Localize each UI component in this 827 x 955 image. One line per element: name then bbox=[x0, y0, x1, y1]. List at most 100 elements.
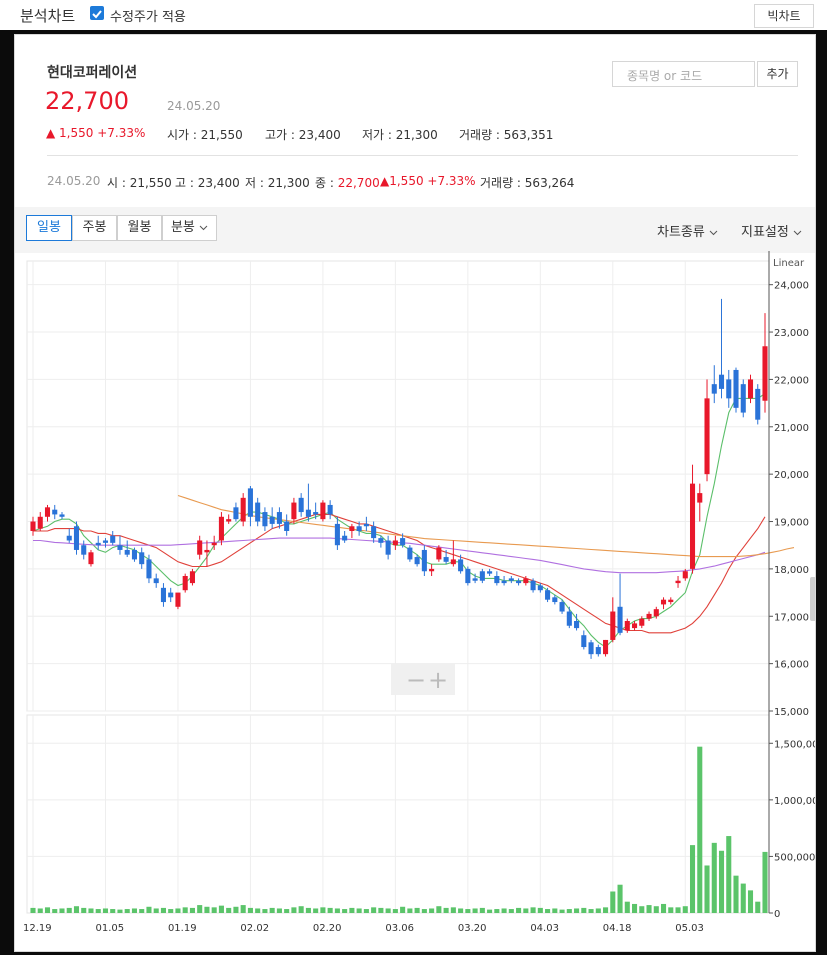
candle-up bbox=[349, 526, 355, 531]
candle-down bbox=[465, 568, 471, 584]
volume-bar bbox=[153, 908, 159, 913]
volume-bar bbox=[624, 901, 630, 913]
candle-down bbox=[59, 514, 65, 517]
volume-bar bbox=[284, 909, 290, 913]
candle-down bbox=[617, 606, 623, 633]
chart-axes: 15,000 16,000 17,000 18,000 19,000 20,000 21,0… bbox=[23, 251, 815, 934]
volume-bar bbox=[298, 906, 304, 913]
volume-bar bbox=[653, 906, 659, 913]
candle-up bbox=[175, 592, 181, 607]
zoom-out-button[interactable]: − bbox=[406, 666, 426, 694]
volume-bar bbox=[269, 907, 275, 913]
zoom-in-button[interactable]: + bbox=[428, 666, 448, 694]
candle-down bbox=[117, 545, 123, 550]
volume-bar bbox=[160, 907, 166, 913]
volume-bar bbox=[247, 907, 253, 913]
candle-up bbox=[30, 521, 36, 531]
adjusted-price-checkbox[interactable] bbox=[90, 6, 104, 20]
volume-bar bbox=[73, 906, 80, 913]
volume-bar bbox=[168, 909, 174, 913]
candle-up bbox=[646, 613, 652, 619]
candle-down bbox=[588, 642, 594, 655]
volume-bar bbox=[356, 908, 362, 913]
volume-bar bbox=[523, 908, 529, 913]
candle-down bbox=[740, 384, 746, 413]
candle-down bbox=[334, 523, 340, 546]
volume-bar bbox=[479, 907, 485, 913]
candle-up bbox=[44, 507, 51, 517]
candle-down bbox=[711, 384, 717, 394]
big-chart-button[interactable]: 빅차트 bbox=[754, 4, 814, 28]
candle-up bbox=[632, 623, 638, 629]
candle-up bbox=[675, 580, 681, 584]
x-tick-label: 05.03 bbox=[675, 923, 704, 934]
candle-up bbox=[697, 493, 703, 503]
candlestick-chart[interactable]: 15,000 16,000 17,000 18,000 19,000 20,000 21,0… bbox=[15, 35, 815, 951]
moving-average-lines bbox=[32, 393, 795, 648]
volume-bar bbox=[660, 903, 667, 913]
check-icon bbox=[92, 10, 102, 19]
volume-bar bbox=[255, 908, 261, 913]
volume-bar bbox=[233, 906, 239, 913]
candle-down bbox=[342, 535, 348, 541]
side-scroll-handle[interactable] bbox=[810, 577, 815, 621]
candle-up bbox=[392, 540, 398, 546]
volume-bar bbox=[689, 845, 696, 913]
candle-up bbox=[668, 599, 674, 603]
volume-bar bbox=[95, 909, 101, 913]
candle-down bbox=[574, 621, 580, 629]
volume-bar bbox=[400, 906, 406, 913]
candle-up bbox=[682, 571, 688, 579]
candle-up bbox=[747, 379, 754, 399]
volume-bar bbox=[487, 909, 493, 913]
volume-bar bbox=[595, 908, 601, 913]
candle-down bbox=[443, 557, 449, 562]
candle-down bbox=[139, 552, 145, 565]
x-tick-label: 03.20 bbox=[458, 923, 487, 934]
zoom-control: − + bbox=[391, 664, 455, 695]
volume-bar bbox=[726, 836, 732, 913]
price-tick-label: 19,000 bbox=[774, 518, 809, 529]
volume-bar bbox=[639, 906, 645, 913]
volume-bar bbox=[37, 908, 43, 913]
price-tick-label: 17,000 bbox=[774, 612, 809, 623]
candle-down bbox=[516, 580, 522, 584]
volume-bar bbox=[436, 906, 442, 913]
candle-down bbox=[494, 576, 500, 584]
candle-up bbox=[226, 519, 232, 522]
volume-bar bbox=[139, 909, 145, 913]
candle-down bbox=[733, 369, 739, 408]
candle-down bbox=[559, 602, 565, 612]
volume-bar bbox=[603, 907, 609, 913]
volume-bar bbox=[392, 909, 398, 913]
volume-tick-label: 1,500,000 bbox=[774, 739, 815, 750]
volume-bar bbox=[429, 908, 435, 913]
volume-bar bbox=[363, 909, 369, 913]
volume-bar bbox=[110, 909, 116, 913]
candle-down bbox=[66, 535, 72, 541]
volume-bar bbox=[443, 907, 449, 913]
volume-bar bbox=[472, 908, 478, 913]
candle-down bbox=[160, 587, 166, 603]
volume-bar bbox=[552, 908, 558, 913]
volume-bar bbox=[458, 908, 464, 913]
volume-bar bbox=[131, 908, 138, 913]
candle-up bbox=[197, 540, 203, 555]
candles bbox=[30, 298, 768, 659]
candle-down bbox=[385, 540, 391, 555]
candle-down bbox=[414, 557, 420, 565]
volume-bar bbox=[320, 907, 326, 913]
x-tick-label: 03.06 bbox=[385, 923, 414, 934]
price-tick-label: 22,000 bbox=[774, 375, 809, 386]
price-tick-label: 24,000 bbox=[774, 281, 809, 292]
candle-up bbox=[450, 559, 456, 565]
volume-bar bbox=[610, 891, 616, 913]
volume-bar bbox=[494, 909, 500, 913]
candle-down bbox=[233, 507, 239, 520]
candle-down bbox=[566, 611, 572, 626]
x-tick-label: 04.03 bbox=[530, 923, 559, 934]
candle-down bbox=[327, 504, 333, 515]
candle-down bbox=[124, 549, 130, 555]
chart-window: 현대코퍼레이션 22,700 24.05.20 ▲ 1,550 +7.33% 시… bbox=[14, 34, 816, 952]
candle-up bbox=[37, 516, 43, 529]
